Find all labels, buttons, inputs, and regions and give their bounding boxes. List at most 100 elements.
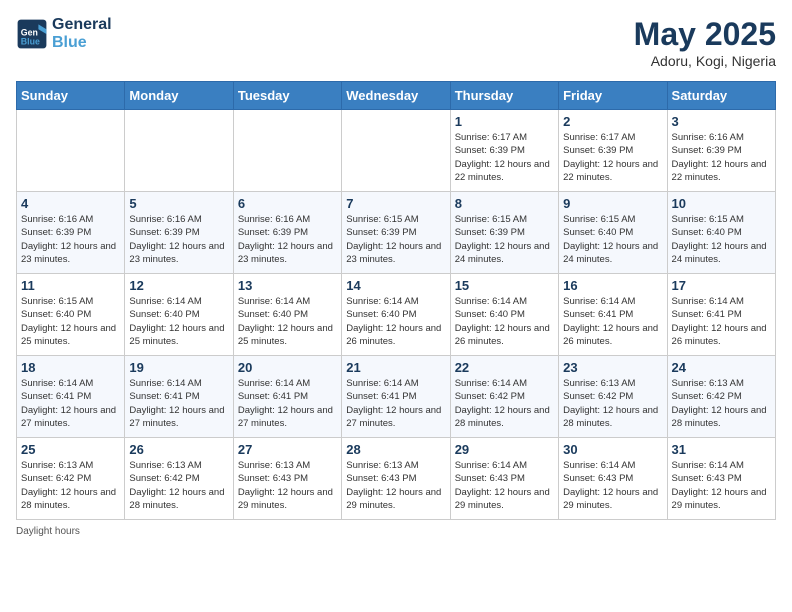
day-number: 16 xyxy=(563,278,662,293)
day-number: 6 xyxy=(238,196,337,211)
calendar-table: SundayMondayTuesdayWednesdayThursdayFrid… xyxy=(16,81,776,520)
calendar-cell: 17 Sunrise: 6:14 AM Sunset: 6:41 PM Dayli… xyxy=(667,274,775,356)
day-number: 23 xyxy=(563,360,662,375)
calendar-cell: 2Sunrise: 6:17 AM Sunset: 6:39 PM Daylig… xyxy=(559,110,667,192)
day-number: 5 xyxy=(129,196,228,211)
calendar-cell: 1Sunrise: 6:17 AM Sunset: 6:39 PM Daylig… xyxy=(450,110,558,192)
calendar-cell: 8 Sunrise: 6:15 AM Sunset: 6:39 PM Daylig… xyxy=(450,192,558,274)
day-info: Sunrise: 6:16 AM Sunset: 6:39 PM Dayligh… xyxy=(129,213,228,266)
day-number: 8 xyxy=(455,196,554,211)
day-number: 2 xyxy=(563,114,662,129)
calendar-cell: 24 Sunrise: 6:13 AM Sunset: 6:42 PM Dayli… xyxy=(667,356,775,438)
calendar-cell: 22 Sunrise: 6:14 AM Sunset: 6:42 PM Dayli… xyxy=(450,356,558,438)
calendar-cell: 13 Sunrise: 6:14 AM Sunset: 6:40 PM Dayli… xyxy=(233,274,341,356)
day-info: Sunrise: 6:14 AM Sunset: 6:40 PM Dayligh… xyxy=(238,295,337,348)
day-info: Sunrise: 6:14 AM Sunset: 6:43 PM Dayligh… xyxy=(455,459,554,512)
calendar-cell: 21Sunrise: 6:14 AM Sunset: 6:41 PM Dayli… xyxy=(342,356,450,438)
page-header: Gen Blue General Blue May 2025 Adoru, Ko… xyxy=(16,16,776,69)
calendar-week-2: 4Sunrise: 6:16 AM Sunset: 6:39 PM Daylig… xyxy=(17,192,776,274)
calendar-cell xyxy=(342,110,450,192)
calendar-week-1: 1Sunrise: 6:17 AM Sunset: 6:39 PM Daylig… xyxy=(17,110,776,192)
day-number: 15 xyxy=(455,278,554,293)
calendar-cell: 10 Sunrise: 6:15 AM Sunset: 6:40 PM Dayli… xyxy=(667,192,775,274)
month-title: May 2025 xyxy=(634,16,776,53)
logo-line1: General xyxy=(52,16,112,34)
day-info: Sunrise: 6:15 AM Sunset: 6:40 PM Dayligh… xyxy=(21,295,120,348)
day-number: 1 xyxy=(455,114,554,129)
calendar-cell: 25 Sunrise: 6:13 AM Sunset: 6:42 PM Dayli… xyxy=(17,438,125,520)
day-info: Sunrise: 6:13 AM Sunset: 6:43 PM Dayligh… xyxy=(238,459,337,512)
day-number: 3 xyxy=(672,114,771,129)
calendar-cell: 7Sunrise: 6:15 AM Sunset: 6:39 PM Daylig… xyxy=(342,192,450,274)
footer-note: Daylight hours xyxy=(16,526,776,537)
day-number: 26 xyxy=(129,442,228,457)
col-header-monday: Monday xyxy=(125,82,233,110)
calendar-cell: 11 Sunrise: 6:15 AM Sunset: 6:40 PM Dayli… xyxy=(17,274,125,356)
day-info: Sunrise: 6:13 AM Sunset: 6:42 PM Dayligh… xyxy=(563,377,662,430)
calendar-cell: 18Sunrise: 6:14 AM Sunset: 6:41 PM Dayli… xyxy=(17,356,125,438)
day-number: 11 xyxy=(21,278,120,293)
calendar-cell: 12Sunrise: 6:14 AM Sunset: 6:40 PM Dayli… xyxy=(125,274,233,356)
title-block: May 2025 Adoru, Kogi, Nigeria xyxy=(634,16,776,69)
day-info: Sunrise: 6:13 AM Sunset: 6:42 PM Dayligh… xyxy=(129,459,228,512)
day-info: Sunrise: 6:13 AM Sunset: 6:43 PM Dayligh… xyxy=(346,459,445,512)
logo-text-block: General Blue xyxy=(52,16,112,52)
calendar-week-4: 18 Sunrise: 6:14 AM Sunset: 6:41 PM Dayli… xyxy=(17,356,776,438)
day-number: 18 xyxy=(21,360,120,375)
day-number: 22 xyxy=(455,360,554,375)
calendar-cell xyxy=(17,110,125,192)
day-info: Sunrise: 6:14 AM Sunset: 6:41 PM Dayligh… xyxy=(129,377,228,430)
calendar-week-3: 11 Sunrise: 6:15 AM Sunset: 6:40 PM Dayli… xyxy=(17,274,776,356)
col-header-sunday: Sunday xyxy=(17,82,125,110)
calendar-cell: 30Sunrise: 6:14 AM Sunset: 6:43 PM Dayli… xyxy=(559,438,667,520)
calendar-cell: 4Sunrise: 6:16 AM Sunset: 6:39 PM Daylig… xyxy=(17,192,125,274)
col-header-wednesday: Wednesday xyxy=(342,82,450,110)
day-info: Sunrise: 6:14 AM Sunset: 6:42 PM Dayligh… xyxy=(455,377,554,430)
day-number: 12 xyxy=(129,278,228,293)
day-info: Sunrise: 6:14 AM Sunset: 6:43 PM Dayligh… xyxy=(563,459,662,512)
col-header-friday: Friday xyxy=(559,82,667,110)
day-info: Sunrise: 6:15 AM Sunset: 6:39 PM Dayligh… xyxy=(455,213,554,266)
day-info: Sunrise: 6:13 AM Sunset: 6:42 PM Dayligh… xyxy=(21,459,120,512)
day-info: Sunrise: 6:14 AM Sunset: 6:41 PM Dayligh… xyxy=(672,295,771,348)
calendar-cell: 27 Sunrise: 6:13 AM Sunset: 6:43 PM Dayli… xyxy=(233,438,341,520)
day-info: Sunrise: 6:14 AM Sunset: 6:41 PM Dayligh… xyxy=(346,377,445,430)
calendar-cell: 31Sunrise: 6:14 AM Sunset: 6:43 PM Dayli… xyxy=(667,438,775,520)
calendar-header-row: SundayMondayTuesdayWednesdayThursdayFrid… xyxy=(17,82,776,110)
calendar-cell: 5 Sunrise: 6:16 AM Sunset: 6:39 PM Daylig… xyxy=(125,192,233,274)
day-number: 10 xyxy=(672,196,771,211)
calendar-cell: 9Sunrise: 6:15 AM Sunset: 6:40 PM Daylig… xyxy=(559,192,667,274)
day-number: 28 xyxy=(346,442,445,457)
day-number: 24 xyxy=(672,360,771,375)
day-info: Sunrise: 6:14 AM Sunset: 6:40 PM Dayligh… xyxy=(455,295,554,348)
day-info: Sunrise: 6:15 AM Sunset: 6:39 PM Dayligh… xyxy=(346,213,445,266)
logo-icon: Gen Blue xyxy=(16,18,48,50)
day-number: 19 xyxy=(129,360,228,375)
day-number: 17 xyxy=(672,278,771,293)
calendar-cell: 15 Sunrise: 6:14 AM Sunset: 6:40 PM Dayli… xyxy=(450,274,558,356)
calendar-cell: 26 Sunrise: 6:13 AM Sunset: 6:42 PM Dayli… xyxy=(125,438,233,520)
day-info: Sunrise: 6:15 AM Sunset: 6:40 PM Dayligh… xyxy=(563,213,662,266)
logo: Gen Blue General Blue xyxy=(16,16,112,52)
day-number: 25 xyxy=(21,442,120,457)
day-number: 14 xyxy=(346,278,445,293)
day-info: Sunrise: 6:14 AM Sunset: 6:41 PM Dayligh… xyxy=(238,377,337,430)
location: Adoru, Kogi, Nigeria xyxy=(634,53,776,69)
day-info: Sunrise: 6:16 AM Sunset: 6:39 PM Dayligh… xyxy=(238,213,337,266)
calendar-cell xyxy=(233,110,341,192)
calendar-cell: 16Sunrise: 6:14 AM Sunset: 6:41 PM Dayli… xyxy=(559,274,667,356)
day-info: Sunrise: 6:16 AM Sunset: 6:39 PM Dayligh… xyxy=(21,213,120,266)
day-info: Sunrise: 6:14 AM Sunset: 6:43 PM Dayligh… xyxy=(672,459,771,512)
footer-note-text: Daylight hours xyxy=(16,526,80,537)
day-info: Sunrise: 6:15 AM Sunset: 6:40 PM Dayligh… xyxy=(672,213,771,266)
day-number: 27 xyxy=(238,442,337,457)
day-info: Sunrise: 6:14 AM Sunset: 6:40 PM Dayligh… xyxy=(346,295,445,348)
day-info: Sunrise: 6:16 AM Sunset: 6:39 PM Dayligh… xyxy=(672,131,771,184)
calendar-cell: 29 Sunrise: 6:14 AM Sunset: 6:43 PM Dayli… xyxy=(450,438,558,520)
day-info: Sunrise: 6:13 AM Sunset: 6:42 PM Dayligh… xyxy=(672,377,771,430)
day-number: 13 xyxy=(238,278,337,293)
calendar-cell: 28 Sunrise: 6:13 AM Sunset: 6:43 PM Dayli… xyxy=(342,438,450,520)
calendar-cell: 6 Sunrise: 6:16 AM Sunset: 6:39 PM Daylig… xyxy=(233,192,341,274)
day-number: 29 xyxy=(455,442,554,457)
calendar-cell: 20Sunrise: 6:14 AM Sunset: 6:41 PM Dayli… xyxy=(233,356,341,438)
